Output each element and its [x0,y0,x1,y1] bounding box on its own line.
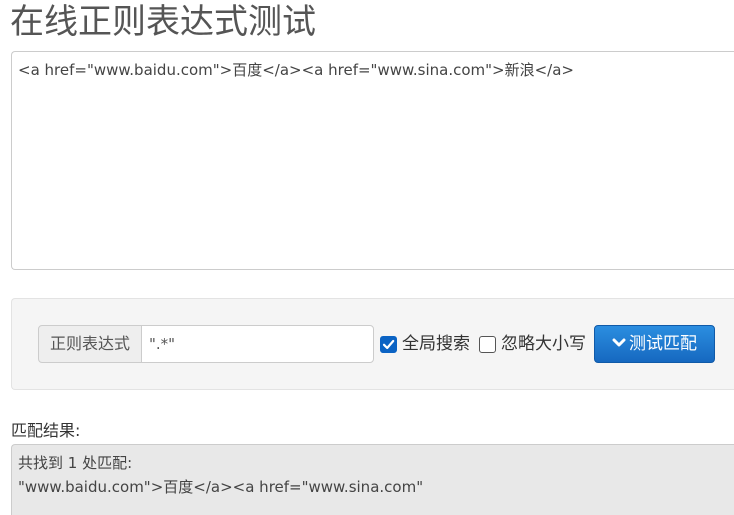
regex-input-label: 正则表达式 [38,325,142,363]
global-search-label[interactable]: 全局搜索 [402,331,470,357]
ignore-case-label[interactable]: 忽略大小写 [501,331,586,357]
regex-form-panel: 正则表达式 ".*" 全局搜索 忽略大小写 测试匹配 [11,298,734,390]
result-box: 共找到 1 处匹配: "www.baidu.com">百度</a><a href… [11,444,734,515]
chevron-down-icon [612,325,626,361]
result-match-text: "www.baidu.com">百度</a><a href="www.sina.… [18,478,424,496]
test-match-button-label: 测试匹配 [629,334,697,354]
test-match-button[interactable]: 测试匹配 [594,325,715,363]
ignore-case-checkbox[interactable] [479,336,496,353]
source-text-area[interactable]: <a href="www.baidu.com">百度</a><a href="w… [11,51,734,270]
checkmark-icon [382,339,395,350]
result-summary: 共找到 1 处匹配: [18,454,133,472]
result-heading: 匹配结果: [11,421,81,440]
page-title: 在线正则表达式测试 [10,2,316,42]
global-search-checkbox[interactable] [380,336,397,353]
regex-input[interactable]: ".*" [141,325,374,363]
